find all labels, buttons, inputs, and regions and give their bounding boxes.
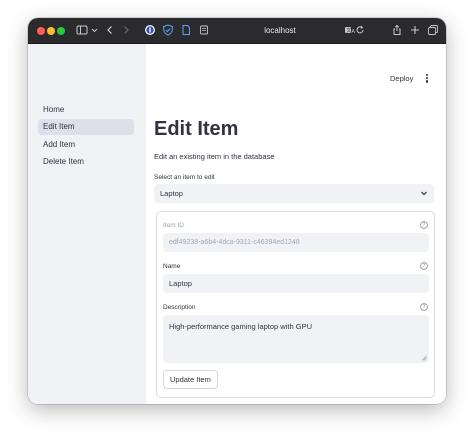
maximize-window-button[interactable] bbox=[57, 27, 65, 35]
reload-icon[interactable] bbox=[355, 24, 365, 36]
svg-text:?: ? bbox=[423, 223, 426, 229]
page-title: Edit Item bbox=[154, 118, 239, 140]
browser-window: localhost 文A Home Edit Item Add Item Del… bbox=[28, 18, 446, 404]
share-icon[interactable] bbox=[391, 24, 403, 36]
name-label: Name bbox=[163, 263, 181, 270]
name-input[interactable]: Laptop bbox=[163, 274, 429, 293]
address-bar[interactable]: localhost bbox=[224, 24, 336, 38]
help-icon[interactable]: ? bbox=[420, 221, 428, 229]
deploy-button[interactable]: Deploy bbox=[390, 73, 413, 85]
back-arrow-icon[interactable] bbox=[106, 24, 114, 36]
minimize-window-button[interactable] bbox=[47, 27, 55, 35]
more-options-icon[interactable] bbox=[424, 73, 430, 85]
sidebar-toggle-icon[interactable] bbox=[76, 24, 88, 36]
item-select-value: Laptop bbox=[160, 189, 183, 198]
main-content: Deploy Edit Item Edit an existing item i… bbox=[146, 44, 446, 404]
svg-text:?: ? bbox=[423, 305, 426, 311]
close-window-button[interactable] bbox=[37, 27, 45, 35]
document-icon[interactable] bbox=[180, 24, 192, 36]
browser-toolbar: localhost 文A bbox=[28, 18, 446, 44]
help-icon[interactable]: ? bbox=[420, 303, 428, 311]
reader-icon[interactable] bbox=[198, 24, 210, 36]
sidebar-item-add-item[interactable]: Add Item bbox=[38, 137, 134, 153]
sidebar-item-edit-item[interactable]: Edit Item bbox=[38, 119, 134, 135]
page-subtitle: Edit an existing item in the database bbox=[154, 152, 275, 161]
item-select-label: Select an item to edit bbox=[154, 174, 215, 181]
resize-handle-icon[interactable] bbox=[421, 355, 427, 361]
description-text: High-performance gaming laptop with GPU bbox=[169, 322, 312, 331]
description-textarea[interactable]: High-performance gaming laptop with GPU bbox=[163, 315, 429, 363]
tab-overview-icon[interactable] bbox=[427, 24, 439, 36]
forward-arrow-icon[interactable] bbox=[122, 24, 130, 36]
chevron-down-icon bbox=[421, 191, 427, 196]
new-tab-icon[interactable] bbox=[409, 24, 421, 36]
chevron-down-icon[interactable] bbox=[91, 24, 98, 36]
shield-icon[interactable] bbox=[162, 24, 174, 36]
description-label: Description bbox=[163, 304, 196, 311]
edit-item-form: Item ID ? edf49238-a6b4-4dca-9311-c46394… bbox=[156, 211, 435, 398]
item-select[interactable]: Laptop bbox=[154, 184, 434, 203]
svg-text:?: ? bbox=[423, 264, 426, 270]
password-extension-icon[interactable] bbox=[144, 24, 156, 36]
sidebar-item-home[interactable]: Home bbox=[38, 102, 134, 118]
sidebar-item-delete-item[interactable]: Delete Item bbox=[38, 154, 134, 170]
sidebar: Home Edit Item Add Item Delete Item bbox=[28, 44, 146, 404]
item-id-input: edf49238-a6b4-4dca-9311-c46394ed1248 bbox=[163, 233, 429, 252]
update-item-button[interactable]: Update Item bbox=[163, 370, 218, 389]
help-icon[interactable]: ? bbox=[420, 262, 428, 270]
item-id-label: Item ID bbox=[163, 222, 184, 229]
